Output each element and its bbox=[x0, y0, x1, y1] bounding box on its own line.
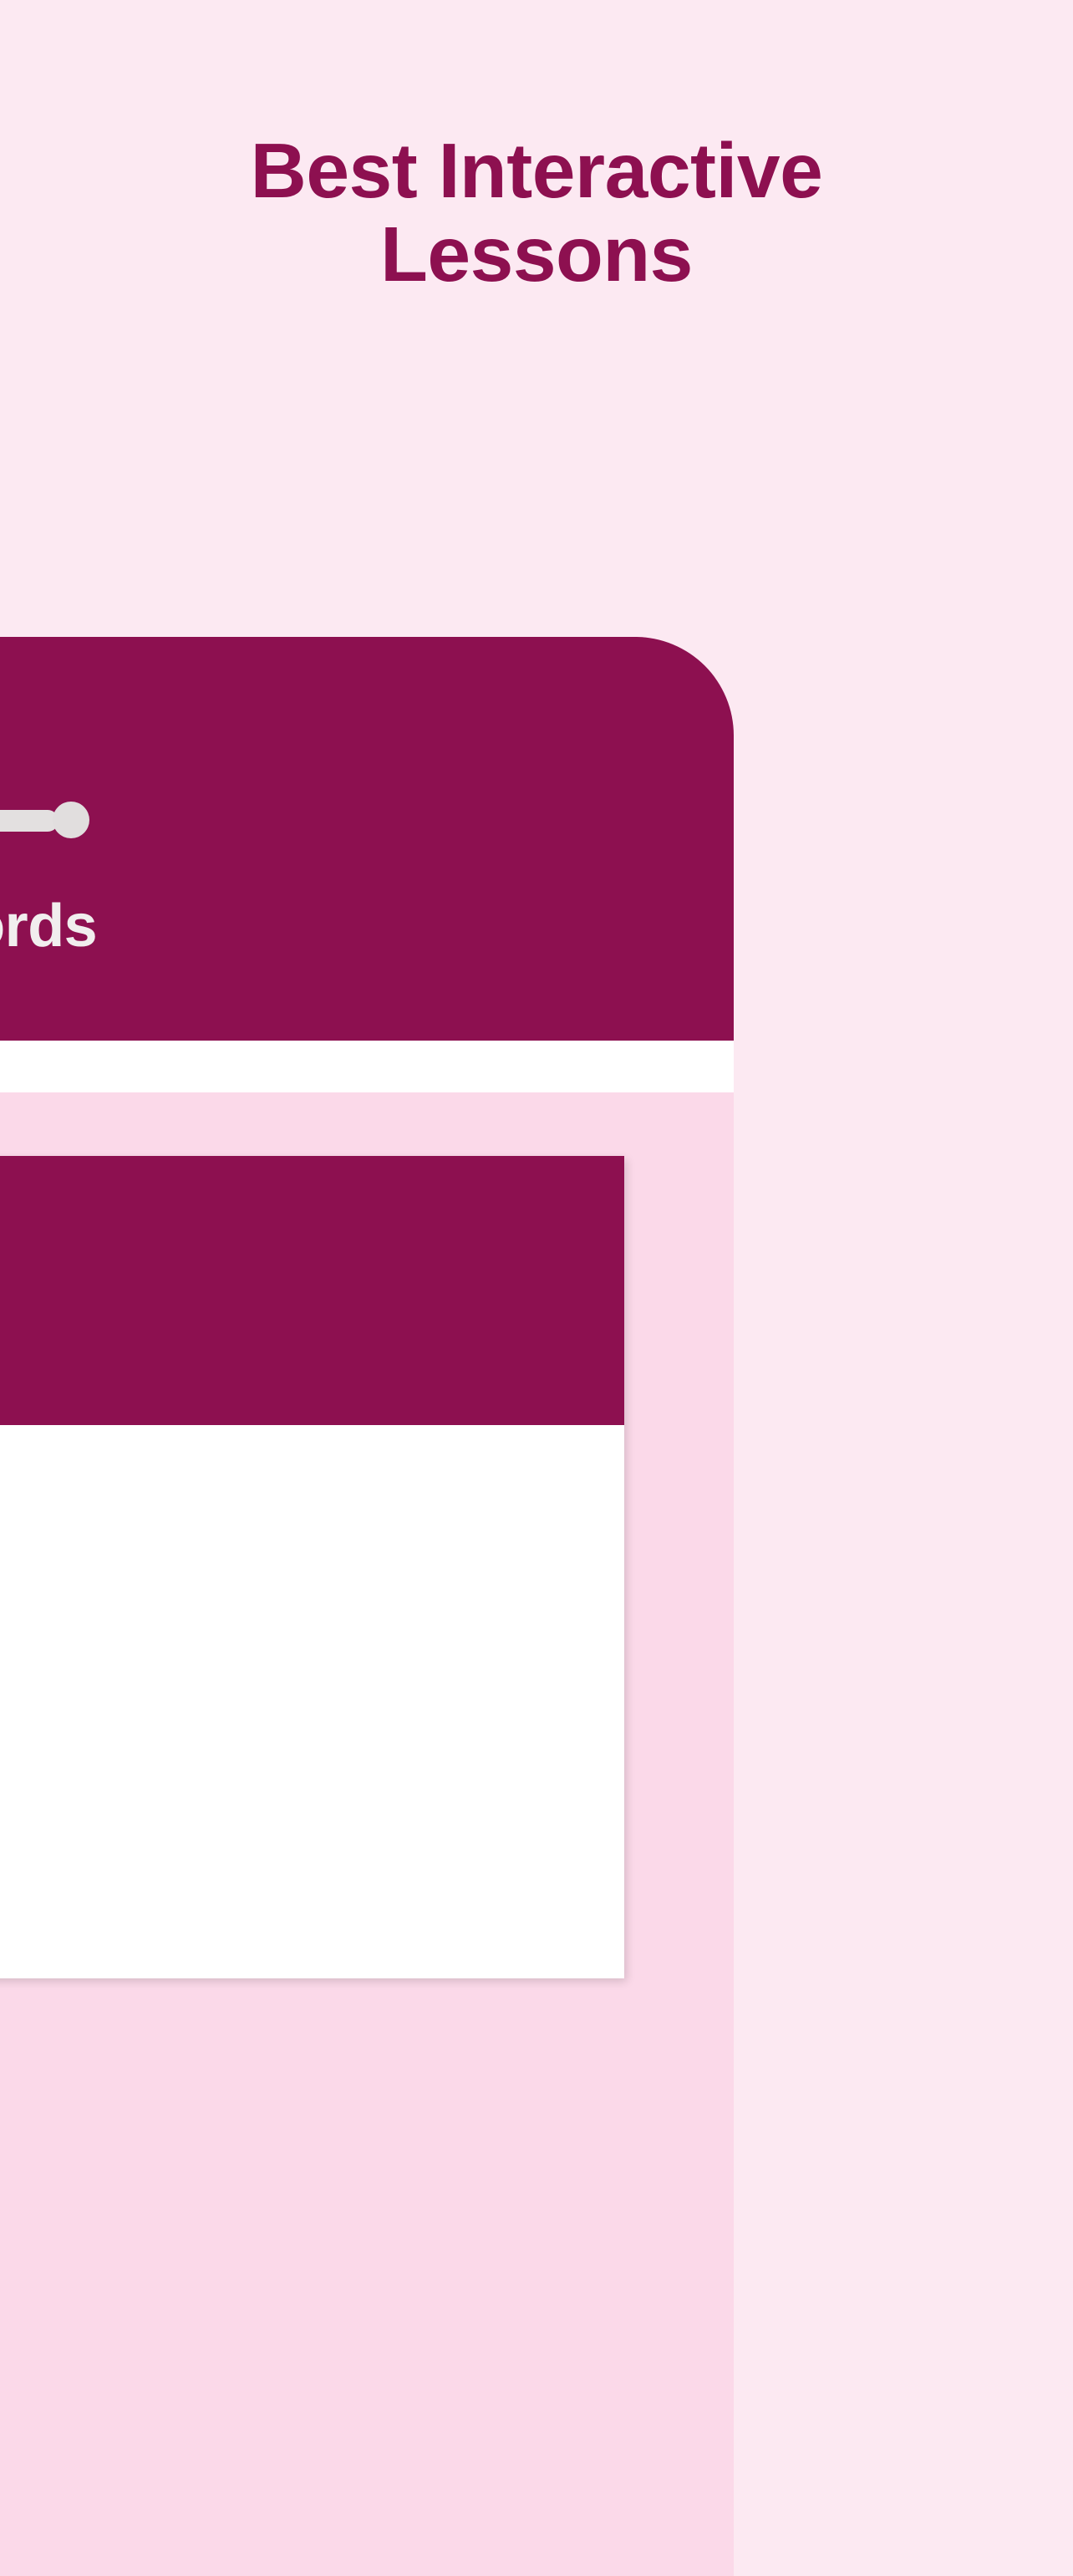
lesson-card-header: ood bbox=[0, 1156, 624, 1425]
phone-status-bar bbox=[0, 716, 734, 838]
page-title-line-1: Best Interactive bbox=[250, 127, 823, 214]
appbar-divider bbox=[0, 1041, 734, 1092]
lesson-card[interactable]: ood ခြောက် bbox=[0, 1156, 624, 1978]
screen-title: New Words bbox=[0, 893, 98, 960]
camera-dot-icon bbox=[53, 802, 89, 838]
speaker-pill-icon bbox=[0, 810, 58, 832]
phone-mockup: New Words ood ခြောက် bbox=[0, 637, 734, 2576]
page-title: Best Interactive Lessons bbox=[0, 127, 1073, 298]
lesson-card-body: ခြောက် bbox=[0, 1425, 624, 1978]
lesson-category-title: ood bbox=[0, 1283, 624, 1360]
page-title-line-2: Lessons bbox=[380, 210, 693, 298]
